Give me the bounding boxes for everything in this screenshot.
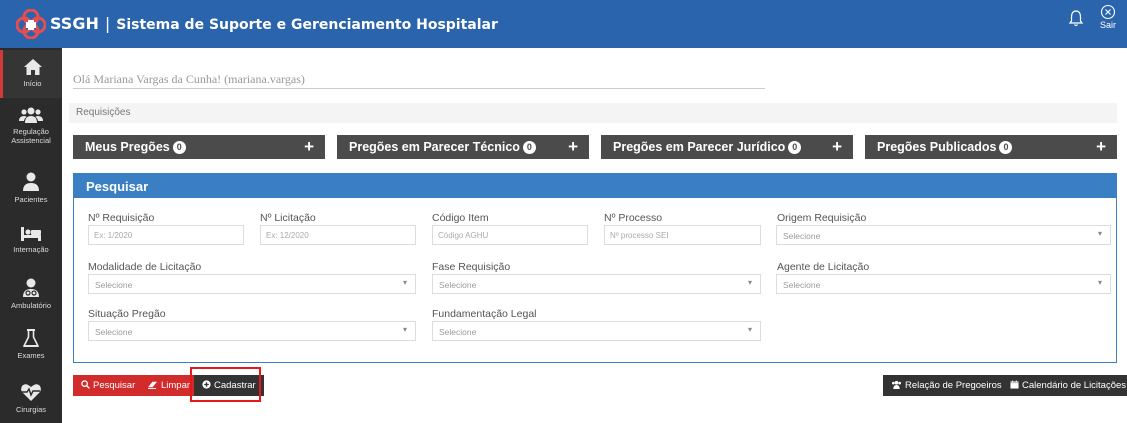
plus-icon[interactable]: + — [1096, 137, 1106, 157]
bell-icon[interactable] — [1068, 9, 1084, 27]
chevron-down-icon: ▾ — [1097, 278, 1102, 287]
breadcrumb: Requisições — [69, 103, 1117, 123]
logout-button[interactable]: Sair — [1094, 4, 1122, 30]
sidebar: Início Regulação Assistencial Pacientes … — [0, 48, 62, 423]
sidebar-item-label: Cirurgias — [15, 405, 46, 414]
origem-label: Origem Requisição — [777, 212, 867, 224]
tab-pregoes-parecer-tecnico[interactable]: Pregões em Parecer Técnico 0 + — [337, 135, 589, 159]
fundamentacao-select[interactable]: Selecione ▾ — [432, 321, 761, 341]
search-panel-title: Pesquisar — [74, 174, 1116, 198]
search-panel: Pesquisar Nº Requisição Nº Licitação Cód… — [73, 173, 1117, 363]
fase-label: Fase Requisição — [432, 261, 511, 273]
search-button-label: Pesquisar — [93, 380, 136, 391]
tab-pregoes-publicados[interactable]: Pregões Publicados 0 + — [865, 135, 1117, 159]
user-greeting: Olá Mariana Vargas da Cunha! (mariana.va… — [73, 72, 305, 86]
situacao-select[interactable]: Selecione ▾ — [88, 321, 416, 341]
situacao-select-value: Selecione — [95, 327, 133, 337]
tab-meus-pregoes[interactable]: Meus Pregões 0 + — [73, 135, 325, 159]
origem-select[interactable]: Selecione ▾ — [776, 225, 1111, 245]
close-circle-icon — [1100, 4, 1116, 20]
top-bar: SSGH | Sistema de Suporte e Gerenciamento … — [0, 0, 1127, 48]
agente-select[interactable]: Selecione ▾ — [776, 274, 1111, 294]
modalidade-select[interactable]: Selecione ▾ — [88, 274, 416, 294]
search-button[interactable]: Pesquisar — [73, 375, 144, 396]
user-icon — [23, 172, 39, 191]
chevron-down-icon: ▾ — [747, 278, 752, 287]
plus-icon[interactable]: + — [304, 137, 314, 157]
pregoeiros-button-label: Relação de Pregoeiros — [905, 380, 1002, 391]
count-badge: 0 — [788, 141, 802, 154]
calendar-button[interactable]: Calendário de Licitações — [1002, 375, 1127, 396]
calendar-icon — [1010, 380, 1019, 389]
sidebar-item-label: Exames — [17, 351, 45, 360]
sidebar-item-label: Pacientes — [14, 195, 48, 204]
search-icon — [81, 380, 90, 389]
sidebar-item-label: Ambulatório — [10, 301, 52, 310]
hospital-logo-icon — [16, 9, 46, 39]
brand-full: Sistema de Suporte e Gerenciamento Hospi… — [116, 17, 498, 33]
fundamentacao-select-value: Selecione — [439, 327, 477, 337]
heartbeat-icon — [21, 384, 41, 401]
processo-input[interactable] — [604, 225, 761, 245]
chevron-down-icon: ▾ — [402, 325, 407, 334]
tab-label: Meus Pregões — [85, 140, 170, 154]
eraser-icon — [148, 381, 157, 389]
sidebar-item-label: Regulação Assistencial — [11, 127, 51, 145]
licitacao-input[interactable] — [260, 225, 416, 245]
chevron-down-icon: ▾ — [1097, 229, 1102, 238]
brand-separator: | — [104, 14, 111, 33]
plus-icon[interactable]: + — [832, 137, 842, 157]
breadcrumb-item[interactable]: Requisições — [76, 107, 130, 118]
fase-select[interactable]: Selecione ▾ — [432, 274, 761, 294]
users-icon — [19, 107, 43, 123]
count-badge: 0 — [999, 141, 1013, 154]
brand-short: SSGH — [50, 14, 99, 33]
processo-label: Nº Processo — [604, 212, 663, 224]
fase-select-value: Selecione — [439, 280, 477, 290]
sidebar-item-ambulatorio[interactable]: Ambulatório — [0, 278, 62, 314]
count-badge: 0 — [522, 141, 536, 154]
agente-label: Agente de Licitação — [777, 261, 870, 273]
users-icon — [892, 380, 901, 389]
codigo-item-label: Código Item — [432, 212, 489, 224]
calendar-button-label: Calendário de Licitações — [1022, 380, 1127, 391]
sidebar-item-internacao[interactable]: Internação — [0, 226, 62, 262]
pregoeiros-button[interactable]: Relação de Pregoeiros — [883, 375, 1010, 396]
app-title: SSGH | Sistema de Suporte e Gerenciamento … — [50, 14, 498, 33]
fundamentacao-label: Fundamentação Legal — [432, 308, 537, 320]
requisicao-label: Nº Requisição — [88, 212, 155, 224]
highlight-box — [190, 367, 261, 402]
tab-label: Pregões em Parecer Técnico — [349, 140, 520, 154]
plus-icon[interactable]: + — [568, 137, 578, 157]
count-badge: 0 — [172, 141, 186, 154]
sidebar-item-label: Internação — [13, 245, 49, 254]
tab-label: Pregões Publicados — [877, 140, 997, 154]
sidebar-item-cirurgias[interactable]: Cirurgias — [0, 382, 62, 422]
origem-select-value: Selecione — [783, 231, 821, 241]
sidebar-item-label: Início — [23, 79, 42, 88]
clear-button-label: Limpar — [161, 380, 191, 391]
chevron-down-icon: ▾ — [747, 325, 752, 334]
home-icon — [23, 59, 42, 75]
sidebar-item-exames[interactable]: Exames — [0, 328, 62, 364]
modalidade-label: Modalidade de Licitação — [88, 261, 202, 273]
flask-icon — [23, 329, 39, 347]
sidebar-item-regulacao[interactable]: Regulação Assistencial — [0, 106, 62, 158]
licitacao-label: Nº Licitação — [260, 212, 316, 224]
situacao-label: Situação Pregão — [88, 308, 166, 320]
tab-label: Pregões em Parecer Jurídico — [613, 140, 786, 154]
doctor-icon — [23, 278, 39, 297]
sidebar-item-pacientes[interactable]: Pacientes — [0, 172, 62, 208]
tab-pregoes-parecer-juridico[interactable]: Pregões em Parecer Jurídico 0 + — [601, 135, 853, 159]
modalidade-select-value: Selecione — [95, 280, 133, 290]
requisicao-input[interactable] — [88, 225, 244, 245]
greeting-divider — [73, 88, 765, 89]
chevron-down-icon: ▾ — [402, 278, 407, 287]
agente-select-value: Selecione — [783, 280, 821, 290]
codigo-item-input[interactable] — [432, 225, 588, 245]
logout-label: Sair — [1099, 20, 1116, 30]
sidebar-item-inicio[interactable]: Início — [0, 50, 62, 98]
bed-icon — [21, 227, 41, 241]
